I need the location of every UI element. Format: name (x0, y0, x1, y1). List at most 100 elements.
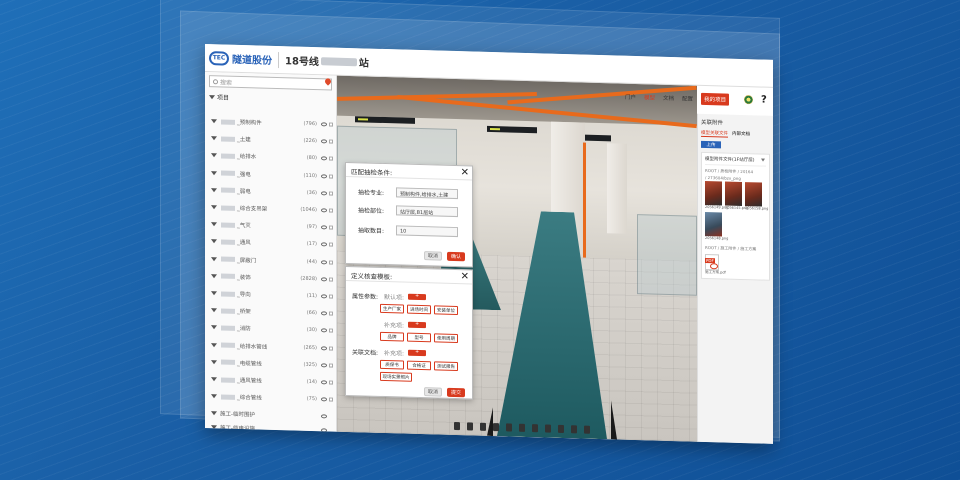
doc-tag[interactable]: 现场实景照片 (380, 371, 412, 382)
thumbnail-item[interactable]: 2056158.png (745, 182, 768, 211)
confirm-button[interactable]: 确认 (447, 251, 465, 262)
visibility-eye-icon[interactable] (321, 122, 327, 127)
upload-button[interactable]: 上传 (701, 140, 721, 149)
visibility-checkbox[interactable] (329, 397, 333, 402)
search-input[interactable]: 搜索 (209, 75, 332, 91)
org-badge-icon[interactable] (744, 95, 753, 105)
tree-item[interactable]: _电缆管线 (325) (211, 357, 333, 370)
visibility-checkbox[interactable] (329, 242, 333, 247)
cancel-button[interactable]: 取消 (424, 387, 442, 397)
tree-item[interactable]: _预制构件 (796) (211, 116, 333, 129)
visibility-eye-icon[interactable] (321, 173, 327, 179)
visibility-eye-icon[interactable] (321, 225, 327, 230)
add-default-button[interactable] (408, 293, 426, 301)
tab-model-files[interactable]: 模型关联文件 (701, 129, 728, 138)
add-doc-button[interactable] (408, 349, 426, 357)
tree-item[interactable]: _综合管线 (75) (211, 391, 333, 404)
tag-tool-icon[interactable] (558, 424, 564, 434)
tree-item[interactable]: _导向 (11) (211, 288, 333, 301)
thumbnail-item[interactable]: 2056149.png (705, 180, 728, 210)
tree-item[interactable]: _土建 (226) (211, 133, 333, 146)
visibility-checkbox[interactable] (329, 346, 333, 351)
layers-tool-icon[interactable] (571, 425, 577, 434)
chart-tool-icon[interactable] (584, 425, 590, 434)
visibility-eye-icon[interactable] (321, 294, 327, 299)
clipboard-tool-icon[interactable] (519, 423, 525, 432)
tree-item[interactable]: _屏蔽门 (44) (211, 254, 333, 267)
visibility-eye-icon[interactable] (321, 397, 327, 402)
supp-tag[interactable]: 使用周期 (434, 333, 458, 344)
visibility-eye-icon[interactable] (321, 345, 327, 351)
visibility-eye-icon[interactable] (321, 380, 327, 385)
tree-item[interactable]: _弱电 (36) (211, 185, 333, 198)
tree-item[interactable]: _桥架 (66) (211, 305, 333, 318)
tree-item[interactable]: _消防 (30) (211, 323, 333, 336)
tree-item[interactable]: _气灭 (97) (211, 219, 333, 232)
visibility-eye-icon[interactable] (321, 311, 327, 316)
visibility-eye-icon[interactable] (321, 139, 327, 144)
doc-tag[interactable]: 质保书 (380, 359, 404, 370)
count-field[interactable]: 10 (396, 225, 458, 238)
tree-item[interactable]: _给排水 (80) (211, 151, 333, 164)
close-icon[interactable]: ✕ (461, 271, 469, 282)
visibility-checkbox[interactable] (329, 139, 333, 144)
tree-item[interactable]: _综合支吊架 (1046) (211, 202, 333, 215)
tree-root-node[interactable]: 项目 (205, 90, 336, 107)
cancel-button[interactable]: 取消 (424, 251, 442, 261)
visibility-checkbox[interactable] (329, 156, 333, 161)
doc-tag[interactable]: 测试报告 (434, 361, 458, 372)
visibility-eye-icon[interactable] (321, 191, 327, 196)
thumbnail-item[interactable]: 2056145.png (725, 181, 748, 210)
visibility-checkbox[interactable] (329, 363, 333, 368)
nav-portal[interactable]: 门户 (625, 93, 636, 101)
visibility-eye-icon[interactable] (321, 242, 327, 247)
visibility-eye-icon[interactable] (321, 363, 327, 368)
camera-tool-icon[interactable] (480, 422, 486, 431)
measure-tool-icon[interactable] (454, 421, 460, 431)
visibility-checkbox[interactable] (329, 311, 333, 316)
close-icon[interactable]: ✕ (461, 167, 469, 178)
location-field[interactable]: 站厅层,B1层站 (396, 205, 458, 218)
help-icon[interactable]: ? (761, 95, 767, 106)
section-tool-icon[interactable] (493, 423, 499, 432)
attr-tag[interactable]: 进场时间 (407, 304, 431, 315)
visibility-checkbox[interactable] (329, 380, 333, 385)
my-project-button[interactable]: 我的项目 (701, 92, 730, 106)
visibility-checkbox[interactable] (329, 174, 333, 179)
visibility-checkbox[interactable] (329, 122, 333, 127)
visibility-eye-icon[interactable] (321, 328, 327, 333)
attr-tag[interactable]: 安装单位 (434, 305, 458, 316)
visibility-checkbox[interactable] (329, 277, 333, 282)
visibility-checkbox[interactable] (329, 191, 333, 196)
nav-config[interactable]: 配置 (682, 94, 693, 102)
eye-tool-icon[interactable] (467, 422, 473, 431)
major-field[interactable]: 预制构件,给排水,土建 (396, 187, 458, 200)
tree-item[interactable]: _通风 (17) (211, 237, 333, 250)
visibility-checkbox[interactable] (329, 208, 333, 213)
visibility-eye-icon[interactable] (321, 277, 327, 282)
submit-button[interactable]: 提交 (447, 387, 465, 398)
tab-internal-docs[interactable]: 内部文档 (732, 131, 750, 139)
pdf-file-icon[interactable]: PDF (705, 253, 719, 271)
card-title[interactable]: 模型附件文件(1F站厅层) (705, 155, 766, 167)
visibility-eye-icon[interactable] (321, 259, 327, 265)
thumbnail-item[interactable]: 2056148.png (705, 211, 728, 241)
nav-docs[interactable]: 文档 (663, 94, 674, 102)
pen-tool-icon[interactable] (506, 423, 512, 432)
visibility-eye-icon[interactable] (321, 156, 327, 161)
tree-item[interactable]: _通风管线 (14) (211, 374, 333, 387)
tree-item[interactable]: _装饰 (2828) (211, 271, 333, 284)
visibility-checkbox[interactable] (329, 328, 333, 333)
add-supplement-button[interactable] (408, 321, 426, 329)
visibility-checkbox[interactable] (329, 225, 333, 230)
visibility-checkbox[interactable] (329, 294, 333, 299)
info-tool-icon[interactable] (545, 424, 551, 433)
tree-item[interactable]: _给排水管线 (265) (211, 340, 333, 353)
visibility-checkbox[interactable] (329, 260, 333, 265)
visibility-eye-icon[interactable] (321, 414, 327, 419)
visibility-eye-icon[interactable] (321, 208, 327, 213)
supp-tag[interactable]: 型号 (407, 332, 431, 343)
grid-tool-icon[interactable] (532, 424, 538, 433)
attr-tag[interactable]: 生产厂家 (380, 303, 404, 314)
tree-item[interactable]: _强电 (110) (211, 168, 333, 181)
